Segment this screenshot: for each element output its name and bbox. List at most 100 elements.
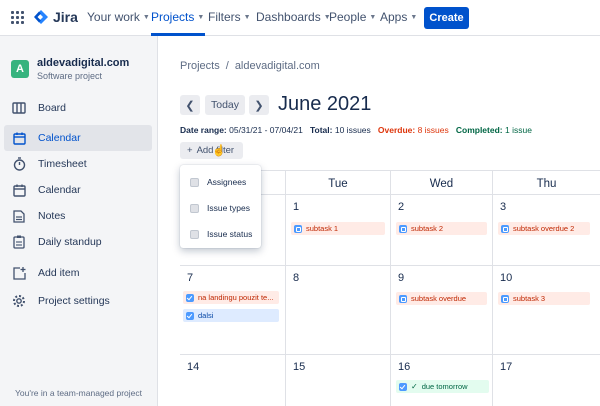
nav-label: Your work — [87, 10, 140, 24]
sidebar-footer: You're in a team-managed project — [15, 388, 142, 398]
day-number: 1 — [293, 201, 300, 213]
nav-your-work[interactable]: Your work ▼ — [87, 10, 150, 24]
day-cell[interactable]: 14 — [180, 355, 285, 406]
day-cell[interactable]: 15 — [285, 355, 390, 406]
issue-card[interactable]: subtask 3 — [498, 292, 590, 305]
sidebar-item-label: Notes — [38, 210, 66, 222]
weekday-tue: Tue — [285, 171, 390, 196]
sidebar-item-board[interactable]: Board — [4, 95, 152, 121]
chevron-down-icon: ▼ — [369, 13, 377, 21]
issue-title: subtask 3 — [513, 294, 546, 303]
day-cell[interactable]: 1 subtask 1 — [285, 195, 390, 266]
completed-value: 1 issue — [504, 125, 532, 135]
sidebar-item-calendar-2[interactable]: Calendar — [4, 177, 152, 203]
filter-option-label: Assignees — [207, 177, 247, 187]
jira-logo-icon — [34, 10, 48, 24]
project-name[interactable]: aldevadigital.com — [37, 57, 129, 69]
top-navigation: Jira Your work ▼ Projects ▼ Filters ▼ Dashb… — [0, 0, 600, 36]
issue-card[interactable]: subtask overdue — [396, 292, 487, 305]
chevron-down-icon: ▼ — [410, 13, 418, 21]
chevron-right-icon: ❯ — [254, 99, 264, 112]
issue-title: na landingu pouzit te... — [198, 293, 274, 302]
today-button[interactable]: Today — [205, 95, 245, 115]
chevron-left-icon: ❮ — [185, 99, 195, 112]
project-type: Software project — [37, 71, 103, 81]
nav-projects[interactable]: Projects ▼ — [151, 10, 204, 24]
sidebar-item-add-item[interactable]: Add item — [4, 260, 152, 286]
sidebar-item-label: Daily standup — [38, 236, 102, 248]
filter-option-assignees[interactable]: Assignees — [190, 175, 246, 189]
sidebar-item-project-settings[interactable]: Project settings — [4, 288, 152, 314]
issue-card[interactable]: na landingu pouzit te... — [183, 291, 279, 304]
breadcrumb-separator: / — [225, 60, 229, 72]
day-cell[interactable]: 10 subtask 3 — [492, 266, 600, 355]
issue-title: subtask 2 — [411, 224, 444, 233]
task-icon — [186, 293, 194, 302]
plus-icon: + — [187, 145, 193, 156]
day-cell[interactable]: 17 — [492, 355, 600, 406]
sidebar-item-timesheet[interactable]: Timesheet — [4, 151, 152, 177]
sidebar-item-label: Calendar — [38, 184, 81, 196]
chevron-down-icon: ▼ — [197, 13, 205, 21]
subtask-icon — [501, 224, 509, 233]
overdue-value: 8 issues — [417, 125, 449, 135]
issue-title: subtask overdue — [411, 294, 467, 303]
nav-people[interactable]: People ▼ — [329, 10, 376, 24]
add-item-icon — [12, 266, 26, 280]
breadcrumb-project[interactable]: aldevadigital.com — [235, 60, 320, 72]
issue-card[interactable]: subtask overdue 2 — [498, 222, 590, 235]
sidebar-item-calendar[interactable]: Calendar — [4, 125, 152, 151]
breadcrumb-projects[interactable]: Projects — [180, 60, 220, 72]
issue-card[interactable]: subtask 1 — [291, 222, 385, 235]
issue-card[interactable]: ✓ due tomorrow — [396, 380, 489, 393]
issue-title: due tomorrow — [421, 382, 468, 391]
jira-logo[interactable]: Jira — [33, 9, 78, 25]
sidebar-item-label: Board — [38, 102, 67, 114]
issue-title: subtask 1 — [306, 224, 339, 233]
day-cell[interactable]: 7 na landingu pouzit te... dalsi — [180, 266, 285, 355]
date-range-label: Date range: — [180, 125, 227, 135]
day-number: 9 — [398, 272, 405, 284]
chevron-down-icon: ▼ — [142, 13, 150, 21]
day-cell[interactable]: 2 subtask 2 — [390, 195, 492, 266]
day-number: 7 — [187, 272, 194, 284]
day-cell[interactable]: 3 subtask overdue 2 — [492, 195, 600, 266]
subtask-icon — [399, 294, 407, 303]
day-cell[interactable]: 8 — [285, 266, 390, 355]
checkbox[interactable] — [190, 229, 199, 239]
checkbox[interactable] — [190, 203, 199, 213]
issue-card[interactable]: dalsi — [183, 309, 279, 322]
app-switcher-icon[interactable] — [11, 11, 24, 24]
sidebar-item-label: Calendar — [38, 132, 81, 144]
filter-option-issue-status[interactable]: Issue status — [190, 227, 252, 241]
create-button[interactable]: Create — [424, 7, 469, 29]
filter-dropdown: Assignees Issue types Issue status — [180, 165, 261, 248]
filter-option-label: Issue types — [207, 203, 250, 213]
date-range-value: 05/31/21 - 07/04/21 — [229, 125, 303, 135]
nav-apps[interactable]: Apps ▼ — [380, 10, 417, 24]
sidebar-item-notes[interactable]: Notes — [4, 203, 152, 229]
clipboard-icon — [12, 235, 26, 249]
nav-filters[interactable]: Filters ▼ — [208, 10, 251, 24]
day-cell[interactable]: 9 subtask overdue — [390, 266, 492, 355]
sidebar-item-daily-standup[interactable]: Daily standup — [4, 229, 152, 255]
jira-logo-text: Jira — [53, 9, 78, 25]
subtask-icon — [501, 294, 509, 303]
issue-card[interactable]: subtask 2 — [396, 222, 487, 235]
nav-label: Dashboards — [256, 10, 321, 24]
total-label: Total: — [309, 125, 333, 135]
calendar-icon — [12, 183, 26, 197]
nav-label: Filters — [208, 10, 241, 24]
filter-option-issue-types[interactable]: Issue types — [190, 201, 250, 215]
checkbox[interactable] — [190, 177, 199, 187]
active-nav-indicator — [151, 33, 205, 36]
nav-dashboards[interactable]: Dashboards ▼ — [256, 10, 331, 24]
hand-cursor-icon: ☝ — [212, 145, 226, 157]
issue-title: subtask overdue 2 — [513, 224, 575, 233]
chevron-down-icon: ▼ — [243, 13, 251, 21]
project-avatar[interactable]: A — [11, 60, 29, 78]
day-cell[interactable]: 16 ✓ due tomorrow — [390, 355, 492, 406]
previous-month-button[interactable]: ❮ — [180, 95, 200, 115]
next-month-button[interactable]: ❯ — [249, 95, 269, 115]
calendar-icon — [12, 131, 26, 145]
